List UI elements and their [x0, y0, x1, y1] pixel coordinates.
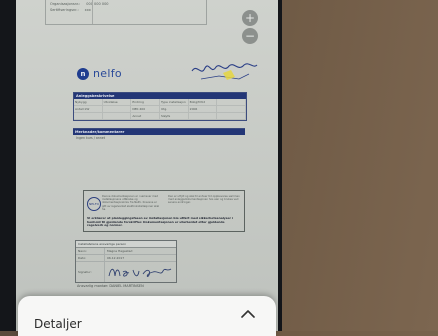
remarks-text: Ingen kurs / annet: [76, 136, 106, 140]
grid-cell: [217, 106, 246, 113]
grid-cell: Sløyfe: [159, 113, 189, 120]
table-row: Dato: 06.12.2017: [76, 255, 176, 262]
grid-cell: [74, 113, 103, 120]
chevron-up-icon[interactable]: [240, 308, 256, 320]
form-row: Sertifiseringsnr.: xxx: [46, 6, 206, 12]
grid-cell: Type installasjon: [159, 99, 189, 106]
declaration-box: NELFO Denne dokumentasjonen er i samsvar…: [83, 190, 245, 232]
form-divider: [92, 0, 93, 24]
grid-cell: [102, 113, 132, 120]
row-label: Dato:: [76, 255, 105, 261]
installation-description-section: Anleggsbeskrivelse Nybygg Utvidelse Endr…: [73, 92, 247, 121]
document-viewer[interactable]: Organisasjonsnr.: 000 000 000 Sertifiser…: [16, 0, 278, 331]
grid-cell: [217, 99, 246, 106]
grid-cell: [217, 113, 246, 120]
responsible-person-table: Installatørens ansvarlige person Navn: M…: [75, 240, 177, 283]
nelfo-logo-text: nelfo: [93, 67, 122, 80]
signature-row: Signatur:: [76, 262, 176, 282]
company-stamp-signature: [191, 63, 258, 80]
minus-icon: −: [244, 29, 256, 43]
grid-cell: [102, 106, 132, 113]
sheet-title: Detaljer: [34, 317, 82, 331]
table-header: Installatørens ansvarlige person: [76, 241, 176, 248]
grid-cell: Nybygg: [74, 99, 103, 106]
grid-cell: Annet: [131, 113, 160, 120]
declaration-fine-left: Denne dokumentasjonen er i samsvar med i…: [102, 195, 160, 211]
form-label: Sertifiseringsnr.:: [50, 8, 79, 12]
details-bottom-sheet[interactable]: Detaljer: [18, 296, 276, 336]
row-value: Magne Hagestad: [107, 249, 133, 253]
top-info-form: Organisasjonsnr.: 000 000 000 Sertifiser…: [45, 0, 207, 25]
grid-cell: Antall kW: [74, 106, 103, 113]
declaration-bold-text: Vi erklærer at planleggingsfasen av inst…: [87, 216, 234, 228]
handwritten-signature: [108, 268, 172, 277]
grid-cell: Utvidelse: [102, 99, 132, 106]
row-label: Signatur:: [76, 262, 105, 282]
certification-seal: NELFO: [87, 197, 101, 211]
grid-cell: 2006: [188, 106, 218, 113]
grid-cell: Endring: [131, 99, 160, 106]
grid-cell: [188, 113, 218, 120]
row-label: Navn:: [76, 248, 105, 254]
grid-cell: Bolig/fritid: [188, 99, 218, 106]
form-label: Organisasjonsnr.:: [50, 2, 81, 6]
document-page: Organisasjonsnr.: 000 000 000 Sertifiser…: [41, 0, 261, 331]
grid-cell: NEK 400: [131, 106, 160, 113]
declaration-fine-right: Den er utfylt og skal til enhver tid opp…: [168, 195, 240, 205]
plus-icon: +: [244, 11, 256, 25]
nelfo-logo-mark: n: [77, 67, 89, 80]
form-value: 000 000 000: [86, 2, 109, 6]
zoom-in-button[interactable]: +: [242, 10, 258, 26]
grid-cell: Utg.: [159, 106, 189, 113]
form-value: xxx: [84, 8, 91, 12]
zoom-out-button[interactable]: −: [242, 28, 258, 44]
description-grid: Nybygg Utvidelse Endring Type installasj…: [74, 99, 246, 120]
remarks-section: Merknader/kommentarer Ingen kurs / annet: [73, 128, 245, 169]
row-value: 06.12.2017: [107, 256, 125, 260]
nelfo-logo: n nelfo: [77, 67, 122, 80]
table-row: Navn: Magne Hagestad: [76, 248, 176, 255]
responsible-fitter-line: Ansvarlig montør: DANIEL MARTINSEN: [77, 284, 144, 288]
